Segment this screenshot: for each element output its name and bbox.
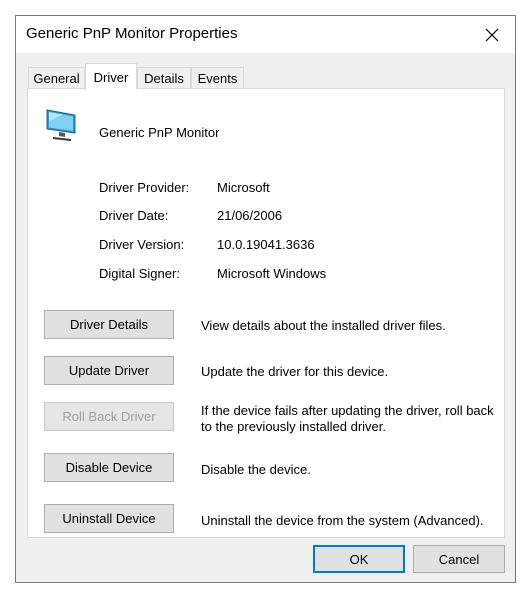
tab-general[interactable]: General (28, 67, 85, 89)
driver-provider-label: Driver Provider: (99, 180, 190, 195)
tab-label: Details (144, 71, 184, 86)
button-label: Driver Details (69, 317, 148, 332)
window-title: Generic PnP Monitor Properties (26, 25, 238, 42)
driver-date-label: Driver Date: (99, 208, 169, 223)
cancel-button[interactable]: Cancel (413, 545, 505, 573)
button-label: Update Driver (68, 363, 150, 378)
digital-signer-value: Microsoft Windows (217, 266, 327, 281)
driver-date-value: 21/06/2006 (217, 208, 283, 223)
ok-button[interactable]: OK (313, 545, 405, 573)
roll-back-driver-button: Roll Back Driver (44, 402, 174, 431)
properties-dialog: Generic PnP Monitor Properties General D… (15, 15, 516, 583)
tab-driver[interactable]: Driver (85, 63, 137, 90)
uninstall-device-description: Uninstall the device from the system (Ad… (201, 513, 484, 528)
tab-details[interactable]: Details (137, 67, 191, 89)
button-label: OK (349, 551, 369, 567)
disable-device-button[interactable]: Disable Device (44, 453, 174, 482)
driver-version-value: 10.0.19041.3636 (217, 237, 315, 252)
driver-provider-value: Microsoft (217, 180, 270, 195)
update-driver-description: Update the driver for this device. (201, 364, 389, 379)
update-driver-button[interactable]: Update Driver (44, 356, 174, 385)
button-label: Cancel (438, 551, 480, 567)
driver-version-label: Driver Version: (99, 237, 185, 252)
tab-label: Events (197, 71, 238, 86)
uninstall-device-button[interactable]: Uninstall Device (44, 504, 174, 533)
close-icon (485, 28, 499, 41)
title-bar: Generic PnP Monitor Properties (16, 16, 515, 53)
roll-back-driver-description: If the device fails after updating the d… (201, 403, 494, 434)
driver-details-button[interactable]: Driver Details (44, 310, 174, 339)
button-label: Uninstall Device (62, 511, 156, 526)
button-label: Disable Device (65, 460, 153, 475)
tab-events[interactable]: Events (191, 67, 244, 89)
monitor-icon (46, 109, 76, 141)
driver-details-description: View details about the installed driver … (201, 318, 446, 333)
button-label: Roll Back Driver (62, 409, 156, 424)
close-button[interactable] (469, 16, 515, 53)
tab-label: General (33, 71, 80, 86)
tab-label: Driver (93, 69, 129, 85)
disable-device-description: Disable the device. (201, 462, 311, 477)
digital-signer-label: Digital Signer: (99, 266, 180, 281)
driver-tab-panel: Generic PnP Monitor Driver Provider: Mic… (27, 88, 505, 538)
device-name: Generic PnP Monitor (99, 125, 220, 140)
